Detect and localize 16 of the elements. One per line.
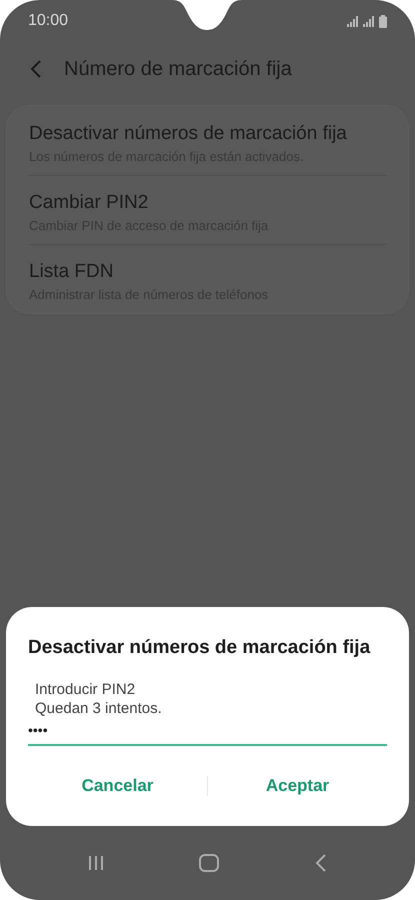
- dialog-button[interactable]: Aceptar: [208, 768, 387, 804]
- back-icon[interactable]: [30, 59, 42, 79]
- home-icon[interactable]: [199, 854, 220, 872]
- back-icon[interactable]: [315, 854, 328, 872]
- pin-input-field[interactable]: ••••: [28, 720, 387, 746]
- status-time: 10:00: [28, 12, 68, 30]
- signal-icon: [363, 16, 375, 26]
- recent-apps-icon[interactable]: [88, 855, 104, 871]
- pin-label: Introducir PIN2: [34, 681, 136, 698]
- attempts-text: Quedan 3 intentos.: [34, 700, 163, 717]
- camera-notch: [172, 0, 242, 32]
- battery-icon: [379, 14, 387, 28]
- signal-icon: [347, 16, 359, 26]
- dialog-title: Desactivar números de marcación fija: [28, 637, 372, 659]
- screen-title: Número de marcación fija: [64, 58, 292, 80]
- dialog-button[interactable]: Cancelar: [28, 768, 207, 804]
